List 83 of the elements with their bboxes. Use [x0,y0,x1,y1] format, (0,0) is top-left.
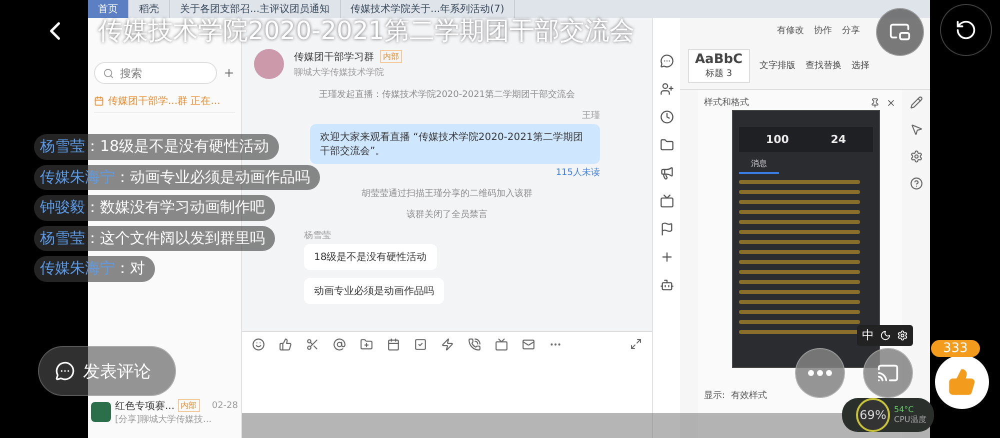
sidebar-icon[interactable] [660,194,674,208]
message-bubble: 动画专业必须是动画作品吗 [304,278,444,304]
cpu-label: CPU温度 [894,414,926,425]
avatar [91,402,111,422]
toolbar-icon[interactable] [360,338,373,351]
chat-tag: 内部 [178,399,200,412]
cast-icon [877,362,899,384]
unread-count[interactable]: 115人未读 [556,166,600,179]
add-icon[interactable] [223,66,235,80]
stream-title: 传媒技术学院2020-2021第二学期团干部交流会 [98,15,634,47]
toolbar-icon[interactable] [333,338,346,351]
toolbar-icon[interactable] [306,338,319,351]
sidebar-icon[interactable] [660,54,674,68]
sidebar-icon[interactable] [660,138,674,152]
chat-time: 02-28 [212,400,238,410]
close-icon[interactable] [886,98,896,108]
style-preview[interactable]: AaBbC 标题 3 [688,48,750,82]
sender-name: 杨雪莹 [304,230,332,242]
chat-preview: [分享]聊城大学传媒技... [115,414,213,426]
like-count-badge: 333 [931,340,980,357]
message-bubble: 18级是不是没有硬性活动 [304,244,437,270]
toolbar-icon[interactable] [279,338,292,351]
pin-icon[interactable] [870,98,880,108]
more-icon [808,370,832,376]
sidebar-icon[interactable] [660,166,674,180]
rotate-icon [955,19,977,41]
comment-icon [55,361,75,381]
expand-icon[interactable] [630,338,642,350]
search-field[interactable]: 搜索 [118,66,208,80]
browser-tab[interactable]: 首页 [88,0,129,18]
live-comment: 杨雪莹：18级是不是没有硬性活动 [34,134,280,160]
pane-icon[interactable] [910,96,922,109]
panel-tab[interactable]: 消息 [739,158,779,174]
sender-name: 王瑾 [582,110,600,122]
pane-icon[interactable] [910,123,922,136]
group-tag: 内部 [380,50,402,63]
toolbar-icon[interactable] [522,338,535,351]
pane-icon[interactable] [910,177,922,190]
live-comment: 钟骏毅：数媒没有学习动画制作吧 [34,195,275,220]
show-label: 显示: [704,390,726,402]
system-message: 胡莹莹通过扫描王瑾分享的二维码加入该群 [362,188,532,200]
calendar-icon [94,96,104,106]
ribbon-item[interactable]: 有修改 [777,24,804,36]
thumbs-up-icon [948,368,976,396]
moon-icon[interactable] [880,330,891,341]
settings-icon[interactable] [897,330,908,341]
sidebar-icon[interactable] [660,82,674,96]
show-dropdown[interactable]: 有效样式 [731,389,768,402]
chat-name[interactable]: 红色专项赛... [115,398,175,412]
ribbon-tool[interactable]: 查找替换 [806,59,842,72]
toolbar-icon[interactable] [387,338,400,351]
sidebar-icon[interactable] [660,110,674,124]
ime-mode[interactable]: 中 [862,327,874,344]
sidebar-icon[interactable] [660,250,674,264]
live-comment: 杨雪莹：这个文件阔以发到群里吗 [34,226,275,251]
ribbon-item[interactable]: 协作 [814,24,832,36]
ime-bar[interactable]: 中 [857,325,913,346]
search-icon [103,68,114,78]
message-input[interactable] [242,357,652,438]
ribbon-tool[interactable]: 文字排版 [760,59,796,72]
group-org: 聊城大学传媒技术学院 [294,66,385,78]
ribbon-item[interactable]: 分享 [842,24,860,36]
cpu-temp: 54°C [894,405,915,414]
search-box[interactable]: 搜索 [94,62,217,84]
group-avatar [254,49,284,79]
toolbar-icon[interactable] [414,338,427,351]
message-bubble: 欢迎大家来观看直播 “传媒技术学院2020-2021第二学期团干部交流会”。 [310,124,600,164]
pane-title: 样式和格式 [704,96,749,109]
system-message: 王瑾发起直播：传媒技术学院2020-2021第二学期团干部交流会 [318,88,576,101]
system-message: 该群关闭了全员禁言 [406,208,488,221]
toolbar-icon[interactable] [468,338,481,351]
like-count: 24 [830,133,846,146]
toolbar-icon[interactable] [441,338,454,351]
pane-icon[interactable] [910,150,922,163]
sidebar-icon[interactable] [660,278,674,292]
viewer-count: 100 [766,133,789,146]
cpu-load: 69% [856,398,890,432]
pip-icon [889,21,911,43]
sidebar-icon[interactable] [660,222,674,236]
toolbar-icon[interactable] [495,338,508,351]
ribbon-tool[interactable]: 选择 [852,59,870,72]
group-name: 传媒团干部学习群 [294,50,374,64]
toolbar-icon[interactable] [252,338,265,351]
